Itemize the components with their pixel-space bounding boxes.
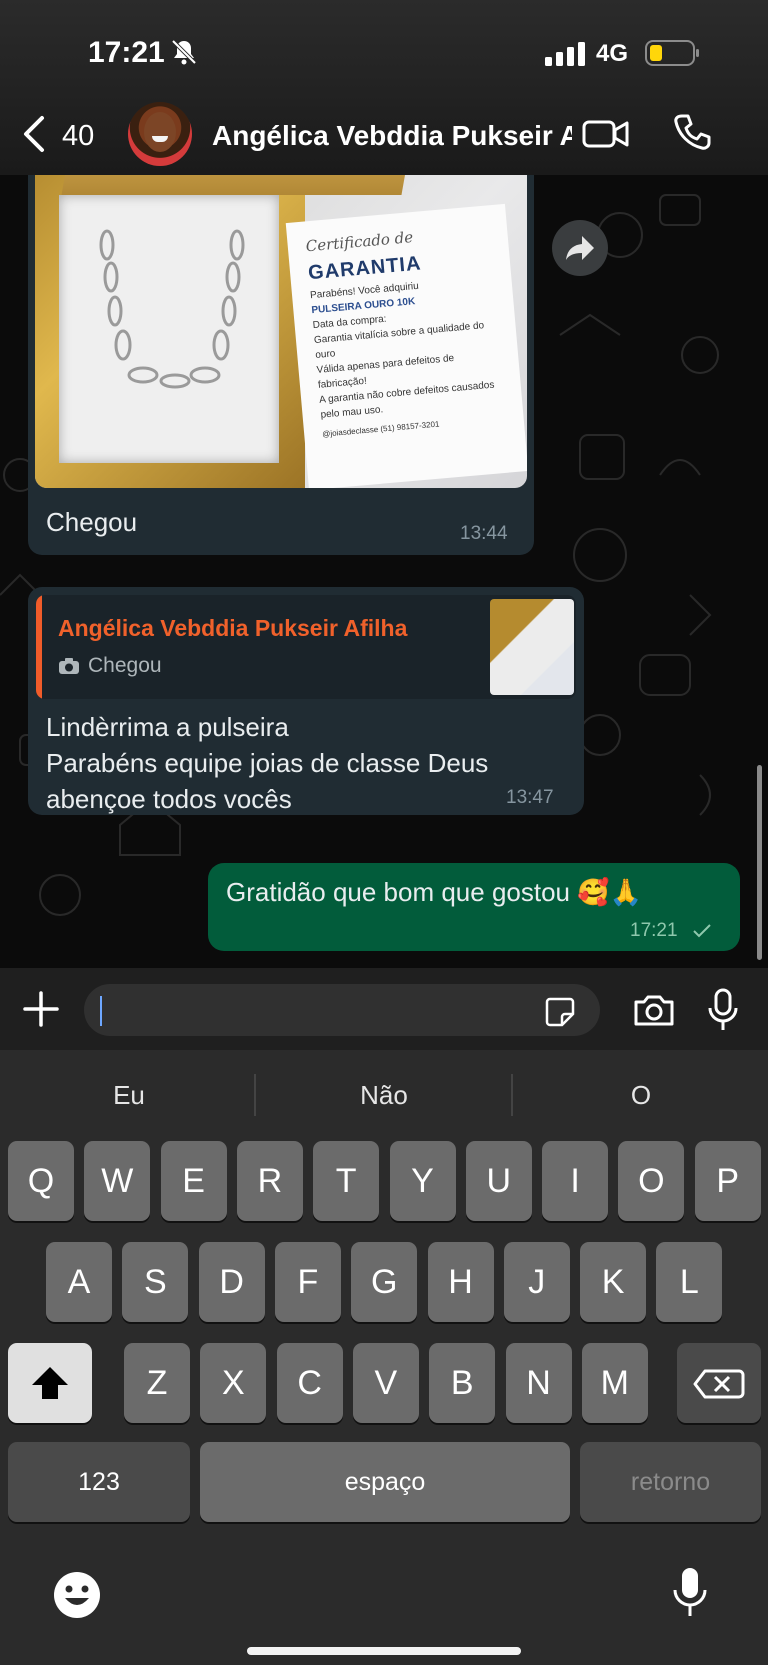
quoted-sender: Angélica Vebddia Pukseir Afilha: [58, 615, 408, 641]
camera-icon: [59, 658, 79, 674]
numbers-key[interactable]: 123: [8, 1442, 190, 1522]
camera-icon[interactable]: [632, 992, 676, 1028]
status-time: 17:21: [88, 36, 165, 69]
message-text: Lindèrrima a pulseira Parabéns equipe jo…: [46, 712, 489, 814]
warranty-certificate: Certificado de GARANTIA Parabéns! Você a…: [285, 203, 527, 488]
input-bar: [0, 968, 768, 1050]
shift-key[interactable]: [8, 1343, 92, 1423]
key-g[interactable]: G: [351, 1242, 418, 1322]
key-t[interactable]: T: [313, 1141, 380, 1221]
key-a[interactable]: A: [46, 1242, 112, 1322]
backspace-icon: [693, 1369, 745, 1399]
microphone-icon[interactable]: [706, 988, 740, 1032]
key-j[interactable]: J: [503, 1242, 570, 1322]
shift-icon: [32, 1367, 68, 1399]
sticker-icon[interactable]: [544, 996, 576, 1028]
plus-icon[interactable]: [22, 990, 60, 1028]
suggestion-1[interactable]: Eu: [4, 1070, 254, 1120]
key-h[interactable]: H: [427, 1242, 494, 1322]
battery-icon: [645, 40, 699, 66]
quoted-text: Chegou: [88, 654, 162, 677]
message-time: 13:47: [506, 787, 554, 808]
key-y[interactable]: Y: [389, 1141, 456, 1221]
reply-message[interactable]: Angélica Vebddia Pukseir Afilha Chegou L…: [28, 587, 584, 815]
quoted-thumbnail: [490, 599, 574, 695]
message-input[interactable]: [84, 984, 600, 1036]
forward-button[interactable]: [552, 220, 608, 276]
phone-icon[interactable]: [672, 112, 712, 152]
key-m[interactable]: M: [581, 1343, 648, 1423]
status-bar: 17:21 4G: [0, 0, 768, 100]
key-r[interactable]: R: [236, 1141, 303, 1221]
message-photo[interactable]: Certificado de GARANTIA Parabéns! Você a…: [35, 175, 527, 488]
chevron-left-icon[interactable]: [20, 114, 46, 154]
key-b[interactable]: B: [429, 1343, 496, 1423]
home-indicator[interactable]: [247, 1647, 521, 1655]
bell-slash-icon: [171, 39, 197, 65]
key-i[interactable]: I: [542, 1141, 609, 1221]
key-s[interactable]: S: [122, 1242, 189, 1322]
key-w[interactable]: W: [84, 1141, 151, 1221]
key-x[interactable]: X: [200, 1343, 267, 1423]
key-l[interactable]: L: [656, 1242, 723, 1322]
sent-check-icon: [693, 924, 711, 938]
space-key[interactable]: espaço: [200, 1442, 570, 1522]
bracelet-chain: [99, 229, 245, 389]
key-o[interactable]: O: [618, 1141, 685, 1221]
text-caret: [100, 996, 102, 1026]
message-text: Chegou: [46, 507, 138, 537]
network-type: 4G: [596, 40, 629, 67]
key-u[interactable]: U: [465, 1141, 532, 1221]
message-time: 13:44: [460, 523, 508, 544]
key-z[interactable]: Z: [124, 1343, 190, 1423]
contact-name[interactable]: Angélica Vebddia Pukseir Afilha: [212, 120, 572, 152]
key-p[interactable]: P: [694, 1141, 761, 1221]
key-k[interactable]: K: [580, 1242, 647, 1322]
chat-area[interactable]: Certificado de GARANTIA Parabéns! Você a…: [0, 175, 768, 968]
top-bar: 17:21 4G 40 Angélica Vebddia Pukseir Afi: [0, 0, 768, 175]
image-message[interactable]: Certificado de GARANTIA Parabéns! Você a…: [28, 175, 534, 555]
outgoing-message[interactable]: Gratidão que bom que gostou 🥰🙏 17:21: [208, 863, 740, 951]
key-e[interactable]: E: [160, 1141, 227, 1221]
scrollbar[interactable]: [757, 765, 762, 960]
video-call-icon[interactable]: [582, 116, 630, 152]
message-text: Gratidão que bom que gostou 🥰🙏: [226, 877, 642, 907]
key-q[interactable]: Q: [8, 1141, 74, 1221]
message-time: 17:21: [630, 920, 678, 941]
avatar[interactable]: [128, 102, 192, 166]
backspace-key[interactable]: [677, 1343, 761, 1423]
key-d[interactable]: D: [198, 1242, 265, 1322]
key-n[interactable]: N: [505, 1343, 572, 1423]
return-key[interactable]: retorno: [580, 1442, 761, 1522]
suggestion-3[interactable]: O: [516, 1070, 766, 1120]
key-f[interactable]: F: [274, 1242, 341, 1322]
dictation-microphone-icon[interactable]: [672, 1566, 708, 1620]
key-c[interactable]: C: [276, 1343, 343, 1423]
quoted-message[interactable]: Angélica Vebddia Pukseir Afilha Chegou: [36, 595, 576, 699]
unread-count[interactable]: 40: [62, 120, 94, 153]
keyboard: Eu Não O QWERTYUIOP ASDFGHJKL ZXCVBNM 12…: [0, 1050, 768, 1665]
key-v[interactable]: V: [352, 1343, 419, 1423]
emoji-icon[interactable]: [52, 1570, 102, 1620]
chat-header: 40 Angélica Vebddia Pukseir Afilha: [0, 100, 768, 175]
suggestion-2[interactable]: Não: [259, 1070, 509, 1120]
forward-icon: [566, 236, 594, 260]
signal-icon: [545, 42, 585, 66]
